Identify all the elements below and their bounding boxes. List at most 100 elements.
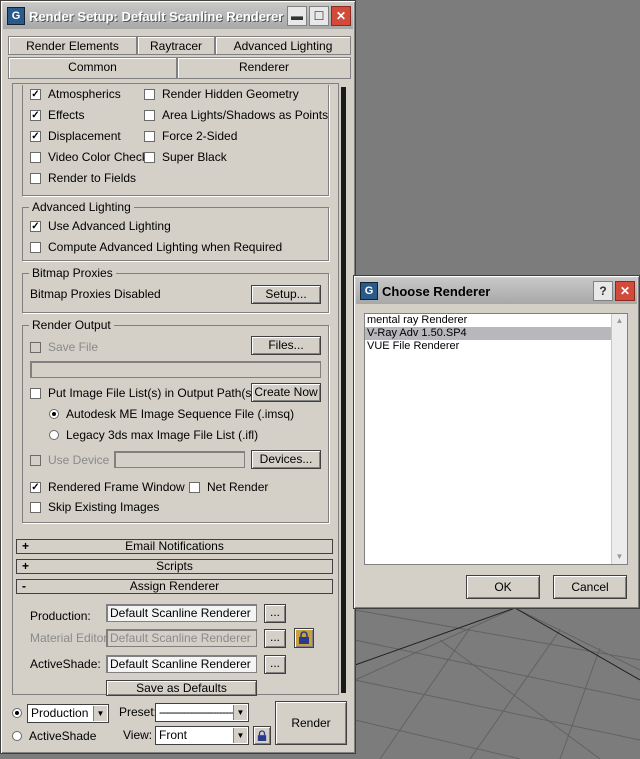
autodesk-me-radio[interactable]: Autodesk ME Image Sequence File (.imsq)	[49, 406, 294, 422]
checkbox-box[interactable]	[189, 481, 200, 493]
rendered-frame-window-checkbox[interactable]: ✓ Rendered Frame Window	[30, 479, 185, 495]
ok-button[interactable]: OK	[466, 575, 540, 599]
tab-raytracer[interactable]: Raytracer	[137, 36, 215, 55]
files-button[interactable]: Files...	[251, 336, 321, 355]
radio-button[interactable]	[12, 708, 22, 718]
lock-icon[interactable]	[294, 628, 314, 648]
view-dropdown[interactable]: Front ▼	[155, 726, 249, 745]
checkbox-box[interactable]	[30, 501, 41, 513]
tab-advanced-lighting[interactable]: Advanced Lighting	[215, 36, 351, 55]
checkbox-label: Displacement	[48, 129, 121, 143]
tab-common[interactable]: Common	[8, 57, 177, 79]
checkbox-box[interactable]: ✓	[30, 88, 41, 100]
tab-renderer[interactable]: Renderer	[177, 57, 351, 79]
close-icon[interactable]: ✕	[331, 6, 351, 26]
renderer-list-item-1[interactable]: V-Ray Adv 1.50.SP4	[365, 327, 611, 340]
renderer-list-item-2[interactable]: VUE File Renderer	[365, 340, 611, 353]
checkbox-label: Video Color Check	[48, 150, 148, 164]
compute-advanced-lighting-checkbox[interactable]: Compute Advanced Lighting when Required	[30, 239, 282, 255]
put-image-file-list-checkbox[interactable]: Put Image File List(s) in Output Path(s)	[30, 385, 255, 401]
production-browse-button[interactable]: ...	[264, 604, 286, 623]
checkbox-box[interactable]	[30, 387, 41, 399]
checkbox-box[interactable]	[30, 172, 41, 184]
renderer-list[interactable]: mental ray Renderer V-Ray Adv 1.50.SP4 V…	[364, 313, 628, 565]
checkbox-box[interactable]	[144, 88, 155, 100]
super-black-checkbox[interactable]: Super Black	[144, 149, 227, 165]
devices-button[interactable]: Devices...	[251, 450, 321, 469]
checkbox-label: Effects	[48, 108, 85, 122]
checkbox-box[interactable]: ✓	[30, 130, 41, 142]
3ds-max-icon: G	[360, 282, 378, 300]
panel-scrollbar[interactable]	[341, 87, 346, 693]
render-button[interactable]: Render	[275, 701, 347, 745]
use-advanced-lighting-checkbox[interactable]: ✓ Use Advanced Lighting	[30, 218, 171, 234]
displacement-checkbox[interactable]: ✓ Displacement	[30, 128, 121, 144]
radio-button[interactable]	[12, 731, 22, 741]
checkbox-label: Save File	[48, 340, 99, 354]
radio-button[interactable]	[49, 430, 59, 440]
checkbox-box[interactable]	[144, 130, 155, 142]
checkbox-box[interactable]: ✓	[30, 481, 41, 493]
close-icon[interactable]: ✕	[615, 281, 635, 301]
save-file-checkbox[interactable]: Save File	[30, 339, 98, 355]
chevron-down-icon[interactable]: ▼	[233, 705, 247, 720]
minimize-icon[interactable]: ▬	[287, 6, 307, 26]
material-editor-label: Material Editor:	[30, 631, 111, 645]
scroll-up-icon[interactable]: ▲	[612, 314, 627, 328]
maximize-icon[interactable]: ☐	[309, 6, 329, 26]
rollout-label: Assign Renderer	[129, 579, 220, 593]
renderer-list-item-0[interactable]: mental ray Renderer	[365, 314, 611, 327]
material-editor-renderer-value: Default Scanline Renderer	[110, 631, 251, 645]
scroll-down-icon[interactable]: ▼	[612, 550, 627, 564]
video-color-check-checkbox[interactable]: Video Color Check	[30, 149, 148, 165]
render-to-fields-checkbox[interactable]: Render to Fields	[30, 170, 136, 186]
checkbox-box[interactable]	[144, 109, 155, 121]
material-editor-browse-button[interactable]: ...	[264, 629, 286, 648]
skip-existing-images-checkbox[interactable]: Skip Existing Images	[30, 499, 159, 515]
area-lights-checkbox[interactable]: Area Lights/Shadows as Points	[144, 107, 328, 123]
legacy-ifl-radio[interactable]: Legacy 3ds max Image File List (.ifl)	[49, 427, 258, 443]
checkbox-box[interactable]	[30, 341, 41, 353]
checkbox-box[interactable]	[144, 151, 155, 163]
save-as-defaults-button[interactable]: Save as Defaults	[106, 680, 257, 696]
radio-button[interactable]	[49, 409, 59, 419]
view-lock-icon[interactable]	[253, 726, 271, 745]
use-device-checkbox[interactable]: Use Device	[30, 452, 109, 468]
production-dropdown-value: Production	[31, 706, 89, 720]
checkbox-label: Skip Existing Images	[48, 500, 160, 514]
render-hidden-geometry-checkbox[interactable]: Render Hidden Geometry	[144, 86, 299, 102]
effects-checkbox[interactable]: ✓ Effects	[30, 107, 84, 123]
assign-renderer-rollout[interactable]: - Assign Renderer	[16, 579, 333, 594]
atmospherics-checkbox[interactable]: ✓ Atmospherics	[30, 86, 121, 102]
force-2-sided-checkbox[interactable]: Force 2-Sided	[144, 128, 237, 144]
radio-label: Autodesk ME Image Sequence File (.imsq)	[66, 407, 295, 421]
render-setup-titlebar[interactable]: G Render Setup: Default Scanline Rendere…	[3, 3, 353, 29]
list-scrollbar[interactable]: ▲ ▼	[611, 314, 627, 564]
checkbox-box[interactable]: ✓	[30, 109, 41, 121]
activeshade-radio[interactable]: ActiveShade	[12, 728, 96, 744]
render-setup-title: Render Setup: Default Scanline Renderer	[29, 8, 284, 24]
output-path-field[interactable]	[30, 361, 321, 378]
checkbox-box[interactable]	[30, 151, 41, 163]
checkbox-box[interactable]	[30, 241, 41, 253]
choose-renderer-titlebar[interactable]: G Choose Renderer ? ✕	[356, 278, 637, 304]
checkbox-box[interactable]: ✓	[30, 220, 41, 232]
activeshade-browse-button[interactable]: ...	[264, 655, 286, 674]
bitmap-setup-button[interactable]: Setup...	[251, 285, 321, 304]
device-field[interactable]	[114, 451, 245, 468]
production-dropdown[interactable]: Production ▼	[27, 704, 109, 723]
email-notifications-rollout[interactable]: + Email Notifications	[16, 539, 333, 554]
rollout-label: Scripts	[156, 559, 193, 573]
net-render-checkbox[interactable]: Net Render	[189, 479, 268, 495]
tab-render-elements[interactable]: Render Elements	[8, 36, 137, 55]
checkbox-label: Rendered Frame Window	[48, 480, 185, 494]
scripts-rollout[interactable]: + Scripts	[16, 559, 333, 574]
create-now-button[interactable]: Create Now	[251, 383, 321, 402]
checkbox-box[interactable]	[30, 454, 41, 466]
cancel-button[interactable]: Cancel	[553, 575, 627, 599]
checkbox-label: Put Image File List(s) in Output Path(s)	[48, 386, 256, 400]
chevron-down-icon[interactable]: ▼	[93, 706, 107, 721]
help-icon[interactable]: ?	[593, 281, 613, 301]
preset-dropdown[interactable]: ------------------------- ▼	[155, 703, 249, 722]
chevron-down-icon[interactable]: ▼	[233, 728, 247, 743]
